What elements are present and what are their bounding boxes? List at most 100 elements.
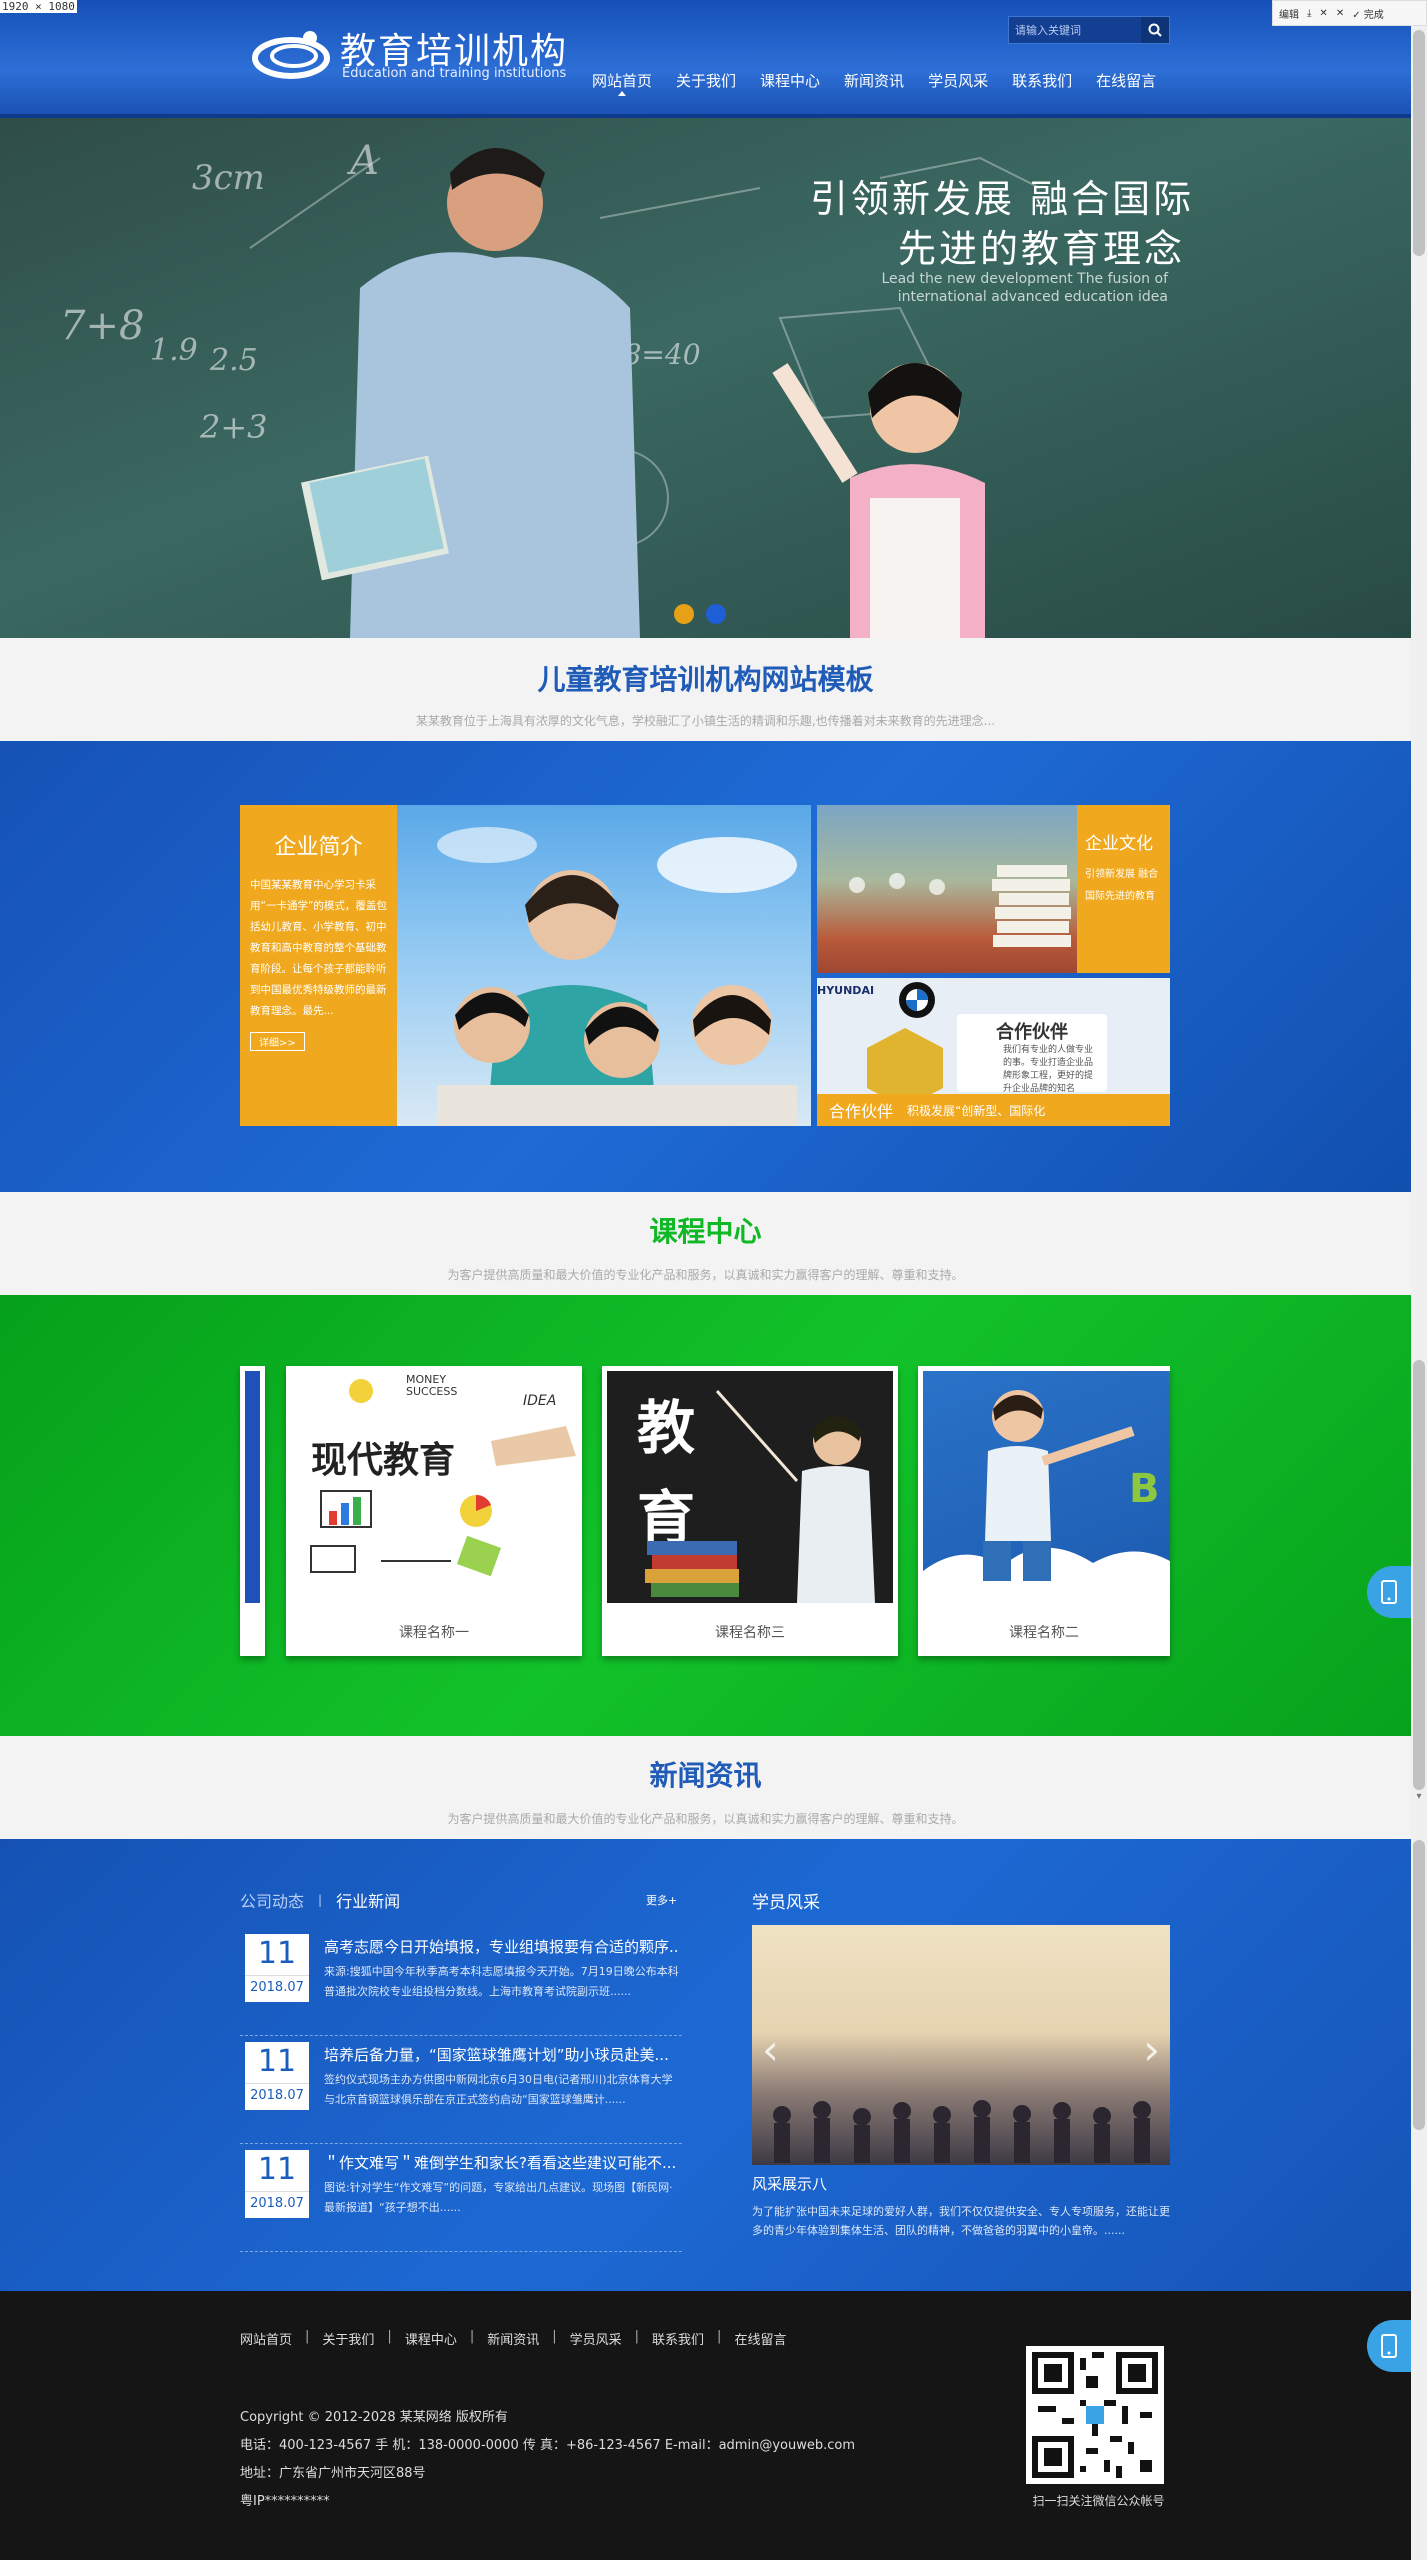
qr-code-pattern: [1032, 2352, 1158, 2478]
close-icon[interactable]: ✕: [1319, 8, 1327, 19]
partner-brand-logo: HYUNDAI: [817, 984, 875, 997]
course-card-3[interactable]: B 课程名称二: [918, 1366, 1170, 1656]
news-section-header: 新闻资讯 为客户提供高质量和最大价值的专业化产品和服务，以真诚和实力赢得客户的理…: [0, 1736, 1411, 1839]
about-more-button[interactable]: 详细>>: [250, 1032, 305, 1051]
course-card-image: 现代教育 MONEY SUCCESS IDEA: [291, 1371, 577, 1603]
partner-card-title: 合作伙伴: [996, 1022, 1068, 1043]
slider-dot-1[interactable]: [674, 604, 694, 624]
nav-contact[interactable]: 联系我们: [1000, 68, 1084, 98]
course-3-label[interactable]: 课程名称二: [918, 1622, 1170, 1642]
news-item-2[interactable]: 11 2018.07 培养后备力量，“国家篮球雏鹰计划”助小球员赴美... 签约…: [240, 2036, 682, 2144]
courses-subtitle: 为客户提供高质量和最大价值的专业化产品和服务，以真诚和实力赢得客户的理解、尊重和…: [447, 1268, 964, 1282]
nav-home[interactable]: 网站首页: [580, 68, 664, 98]
news-subtitle: 为客户提供高质量和最大价值的专业化产品和服务，以真诚和实力赢得客户的理解、尊重和…: [447, 1812, 964, 1826]
course-card-2[interactable]: 教 育 课程名称三: [602, 1366, 898, 1656]
intro-title: 儿童教育培训机构网站模板: [537, 663, 874, 696]
course-card-image: B: [923, 1371, 1170, 1603]
done-button[interactable]: ✓ 完成: [1352, 6, 1384, 21]
partner-block[interactable]: HYUNDAI 合作伙伴 我们有专业的人做专业的事。专业打造企业品牌形象工程，更…: [817, 978, 1170, 1126]
footer-copyright: Copyright © 2012-2028 某某网络 版权所有: [240, 2410, 508, 2425]
news-item-3[interactable]: 11 2018.07 ＂作文难写＂难倒学生和家长?看看这些建议可能不... 图说…: [240, 2144, 682, 2252]
course-2-label[interactable]: 课程名称三: [602, 1622, 898, 1642]
banner-illustration: [249, 148, 1041, 638]
news-date: 11 2018.07: [245, 2150, 309, 2218]
scrollbar-thumb[interactable]: [1413, 1840, 1425, 2130]
footer-link-courses[interactable]: 课程中心: [405, 2329, 457, 2348]
news-year-month: 2018.07: [250, 2088, 304, 2103]
screen-dimensions-label: 1920 × 1080: [0, 0, 77, 13]
partner-card-text: 我们有专业的人做专业的事。专业打造企业品牌形象工程，更好的提升企业品牌的知名: [1003, 1045, 1094, 1094]
courses-section-header: 课程中心 为客户提供高质量和最大价值的专业化产品和服务，以真诚和实力赢得客户的理…: [0, 1192, 1411, 1295]
footer-link-contact[interactable]: 联系我们: [652, 2329, 704, 2348]
news-day: 11: [245, 2042, 309, 2084]
news-item-title[interactable]: 培养后备力量，“国家篮球雏鹰计划”助小球员赴美...: [324, 2044, 679, 2065]
banner-slogan-en: Lead the new development The fusion of i…: [881, 271, 1168, 305]
scrollbar-thumb[interactable]: [1413, 1360, 1425, 1790]
phone-icon: [1381, 1580, 1397, 1604]
news-item-desc: 图说:针对学生“作文难写”的问题，专家给出几点建议。现场图【新民网·最新报道】“…: [324, 2181, 673, 2214]
cross-icon[interactable]: ✕: [1336, 8, 1344, 19]
main-nav: 网站首页 关于我们 课程中心 新闻资讯 学员风采 联系我们 在线留言: [580, 68, 1168, 98]
screenshot-toolbar: 编辑 ⤓ ✕ ✕ ✓ 完成: [1272, 0, 1427, 26]
float-phone-button[interactable]: [1367, 2320, 1411, 2372]
banner-slogan-line2: 先进的教育理念: [898, 227, 1186, 271]
phone-icon: [1381, 2334, 1397, 2358]
slider-next-icon[interactable]: ›: [1143, 2025, 1160, 2074]
search-input[interactable]: [1015, 21, 1139, 41]
news-more-link[interactable]: 更多+: [646, 1892, 677, 1908]
culture-image[interactable]: [817, 805, 1077, 973]
footer-link-separator: |: [552, 2329, 557, 2344]
course-1-doodles: [310, 1379, 576, 1577]
news-item-title[interactable]: 高考志愿今日开始填报，专业组填报要有合适的颗序...: [324, 1936, 679, 1957]
footer-link-news[interactable]: 新闻资讯: [487, 2329, 539, 2348]
logo-swirl-icon: [252, 31, 330, 79]
course-card-partial[interactable]: [240, 1366, 265, 1656]
footer-address: 地址：广东省广州市天河区88号: [240, 2466, 426, 2481]
scrollbar-thumb[interactable]: [1413, 30, 1425, 256]
download-icon[interactable]: ⤓: [1307, 8, 1311, 19]
footer-link-separator: |: [305, 2329, 310, 2344]
scroll-down-icon[interactable]: ▾: [1412, 1790, 1426, 1804]
slider-dot-2[interactable]: [706, 604, 726, 624]
float-phone-button[interactable]: [1367, 1566, 1411, 1618]
student-style-title: 学员风采: [752, 1893, 820, 1913]
nav-news[interactable]: 新闻资讯: [832, 68, 916, 98]
slider-prev-icon[interactable]: ‹: [762, 2025, 779, 2074]
nav-students[interactable]: 学员风采: [916, 68, 1000, 98]
news-item-title[interactable]: ＂作文难写＂难倒学生和家长?看看这些建议可能不...: [324, 2152, 679, 2173]
news-date: 11 2018.07: [245, 1934, 309, 2002]
news-date: 11 2018.07: [245, 2042, 309, 2110]
search-button[interactable]: [1141, 17, 1169, 43]
news-title: 新闻资讯: [649, 1759, 762, 1792]
tab-company-news[interactable]: 公司动态: [240, 1888, 304, 1912]
intro-subtitle: 某某教育位于上海具有浓厚的文化气息，学校融汇了小镇生活的精调和乐趣,也传播着对未…: [415, 714, 996, 728]
student-style-image[interactable]: ‹ ›: [752, 1925, 1170, 2165]
news-item-1[interactable]: 11 2018.07 高考志愿今日开始填报，专业组填报要有合适的颗序... 来源…: [240, 1928, 682, 2036]
nav-courses[interactable]: 课程中心: [748, 68, 832, 98]
nav-message[interactable]: 在线留言: [1084, 68, 1168, 98]
partner-bar-title: 合作伙伴: [829, 1102, 894, 1121]
footer-contact: 电话：400-123-4567 手 机：138-0000-0000 传 真：+8…: [240, 2438, 855, 2453]
course-card-1[interactable]: 现代教育 MONEY SUCCESS IDEA 课程名称一: [286, 1366, 582, 1656]
page-scrollbar[interactable]: [1411, 0, 1427, 2560]
news-tabs: 公司动态 | 行业新闻: [240, 1888, 400, 1912]
nav-about[interactable]: 关于我们: [664, 68, 748, 98]
student-style-desc: 为了能扩张中国未来足球的爱好人群，我们不仅仅提供安全、专人专项服务，还能让更多的…: [752, 2205, 1170, 2237]
partner-bar-text: 积极发展“创新型、国际化: [907, 1103, 1046, 1118]
footer-link-separator: |: [387, 2329, 392, 2344]
footer-nav: 网站首页 | 关于我们 | 课程中心 | 新闻资讯 | 学员风采 | 联系我们 | 在线留言: [240, 2329, 786, 2348]
site-header: 教育培训机构 Education and training institutio…: [0, 0, 1411, 118]
footer-link-message[interactable]: 在线留言: [734, 2329, 786, 2348]
footer-link-home[interactable]: 网站首页: [240, 2329, 292, 2348]
classroom-illustration: [437, 827, 797, 1126]
culture-text: 引领新发展 融合国际先进的教育: [1085, 869, 1159, 902]
tab-industry-news[interactable]: 行业新闻: [336, 1888, 400, 1912]
tab-separator: |: [318, 1893, 323, 1907]
hero-banner[interactable]: 7+8 2+3 5x8=40 2.5 1.9 3cm A 引领新发展 融合国际 …: [0, 118, 1411, 638]
course-1-label[interactable]: 课程名称一: [286, 1622, 582, 1642]
edit-button[interactable]: 编辑: [1279, 6, 1299, 21]
footer-link-about[interactable]: 关于我们: [322, 2329, 374, 2348]
footer-link-students[interactable]: 学员风采: [570, 2329, 622, 2348]
student-style-caption[interactable]: 风采展示八: [752, 2173, 827, 2194]
about-image[interactable]: [397, 805, 811, 1126]
